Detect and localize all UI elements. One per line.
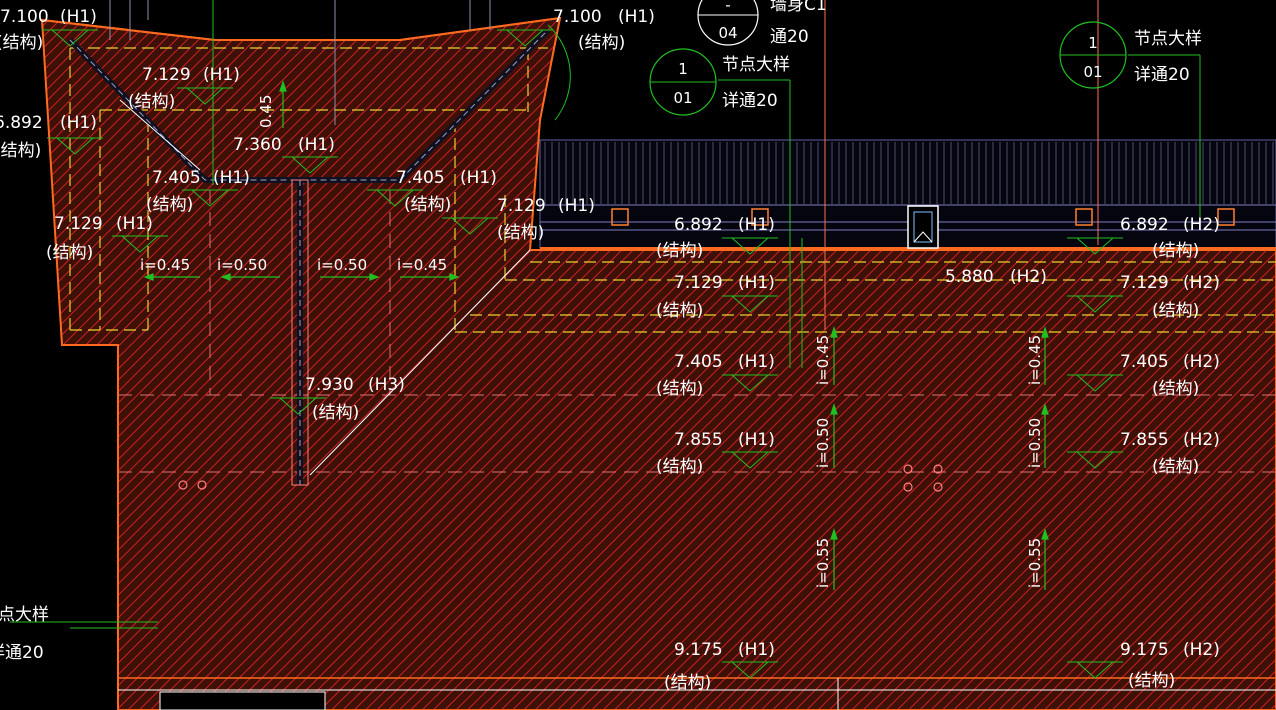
elev-struct-label: (结构) [1152,379,1199,399]
elev-struct-label: (结构) [1152,241,1199,261]
elev-h-label: (H1) [203,65,240,85]
detail-ref: 通20 [770,27,809,47]
elev-label: 7.405 [674,352,723,372]
slope-label-vertical: i=0.55 [814,538,832,588]
elev-label: 6.892 [1120,215,1169,235]
elev-h-label: (H3) [368,375,405,395]
bubble-number: 1 [1088,34,1098,52]
elev-h-label: (H2) [1183,215,1220,235]
elev-struct-label: (结构) [404,195,451,215]
elev-struct-label: (结构) [1152,301,1199,321]
elev-h-label: (H1) [738,352,775,372]
detail-bubble-2: 1 01 [1059,21,1127,89]
elev-label: 7.129 [497,196,546,216]
slope-label-vertical: i=0.45 [1026,335,1044,385]
elev-label: 7.129 [142,65,191,85]
roof-drainage-plan-drawing: 1 01 1 01 - 04 7.100 (H1)(结构)7.100 (H1)(结构… [0,0,1276,710]
elev-struct-label: (结构) [1128,671,1175,691]
elev-h-label: (H1) [558,196,595,216]
elev-label: 7.129 [674,273,723,293]
elev-struct-label: (结构) [0,141,41,161]
elev-h-label: (H2) [1183,640,1220,660]
elev-struct-label: (结构) [656,301,703,321]
elev-label: 7.100 [0,7,49,27]
elev-h-label: (H1) [738,430,775,450]
elev-h-label: (H1) [60,113,97,133]
elev-h-label: (H1) [298,135,335,155]
slope-label: i=0.50 [217,256,267,274]
slope-label: i=0.45 [397,256,447,274]
detail-title: 点大样 [0,605,49,625]
bubble-sheet: 04 [718,24,737,42]
elev-struct-label: (结构) [146,195,193,215]
elev-label: 7.855 [674,430,723,450]
elev-struct-label: (结构) [656,379,703,399]
elev-struct-label: (结构) [1152,457,1199,477]
detail-title: 节点大样 [722,55,790,75]
elev-h-label: (H2) [1183,352,1220,372]
detail-ref: 详通20 [0,643,44,663]
elev-label: 7.405 [152,168,201,188]
elev-label: 9.175 [1120,640,1169,660]
slope-label-vertical: i=0.55 [1026,538,1044,588]
slope-label-vertical: 0.45 [257,95,275,128]
roof-hatch-region [40,16,1276,710]
elev-h-label: (H2) [1010,267,1047,287]
elev-struct-label: (结构) [656,457,703,477]
detail-ref: 详通20 [722,91,778,111]
elev-label: 7.405 [1120,352,1169,372]
elev-h-label: (H2) [1183,430,1220,450]
elev-h-label: (H1) [213,168,250,188]
slope-label: i=0.45 [140,256,190,274]
bubble-number: - [725,0,730,14]
outlet-box [907,205,939,249]
elev-h-label: (H1) [116,214,153,234]
elev-label: 7.129 [1120,273,1169,293]
elev-label: 7.405 [396,168,445,188]
elev-h-label: (H2) [1183,273,1220,293]
elev-h-label: (H1) [738,273,775,293]
detail-title: 节点大样 [1134,29,1202,49]
bubble-sheet: 01 [1083,63,1102,81]
slope-label-vertical: i=0.50 [814,418,832,468]
detail-ref: 详通20 [1134,65,1190,85]
elev-label: 7.855 [1120,430,1169,450]
elev-struct-label: (结构) [497,223,544,243]
bubble-sheet: 01 [673,89,692,107]
elev-h-label: (H1) [460,168,497,188]
bubble-number: 1 [678,60,688,78]
elev-label: 9.175 [674,640,723,660]
elev-h-label: (H1) [60,7,97,27]
elev-label: 7.100 [553,7,602,27]
elev-label: 6.892 [674,215,723,235]
slope-label-vertical: i=0.45 [814,335,832,385]
elev-struct-label: (结构) [664,673,711,693]
elev-struct-label: (结构) [128,92,175,112]
elev-label: 7.360 [233,135,282,155]
elev-label: 7.129 [54,214,103,234]
elev-struct-label: (结构) [312,403,359,423]
slope-label: i=0.50 [317,256,367,274]
slope-label-vertical: i=0.50 [1026,418,1044,468]
detail-bubble-1: 1 01 [649,48,717,116]
elev-label: 6.892 [0,113,43,133]
elev-label: 5.880 [945,267,994,287]
elev-struct-label: (结构) [578,33,625,53]
elev-struct-label: (结构) [0,33,43,53]
elev-h-label: (H1) [738,215,775,235]
elev-label: 7.930 [305,375,354,395]
elev-h-label: (H1) [738,640,775,660]
detail-bubble-3: - 04 [697,0,759,46]
elev-h-label: (H1) [618,7,655,27]
detail-title: 墙身C1 [770,0,827,15]
elev-struct-label: (结构) [46,243,93,263]
elev-struct-label: (结构) [656,241,703,261]
